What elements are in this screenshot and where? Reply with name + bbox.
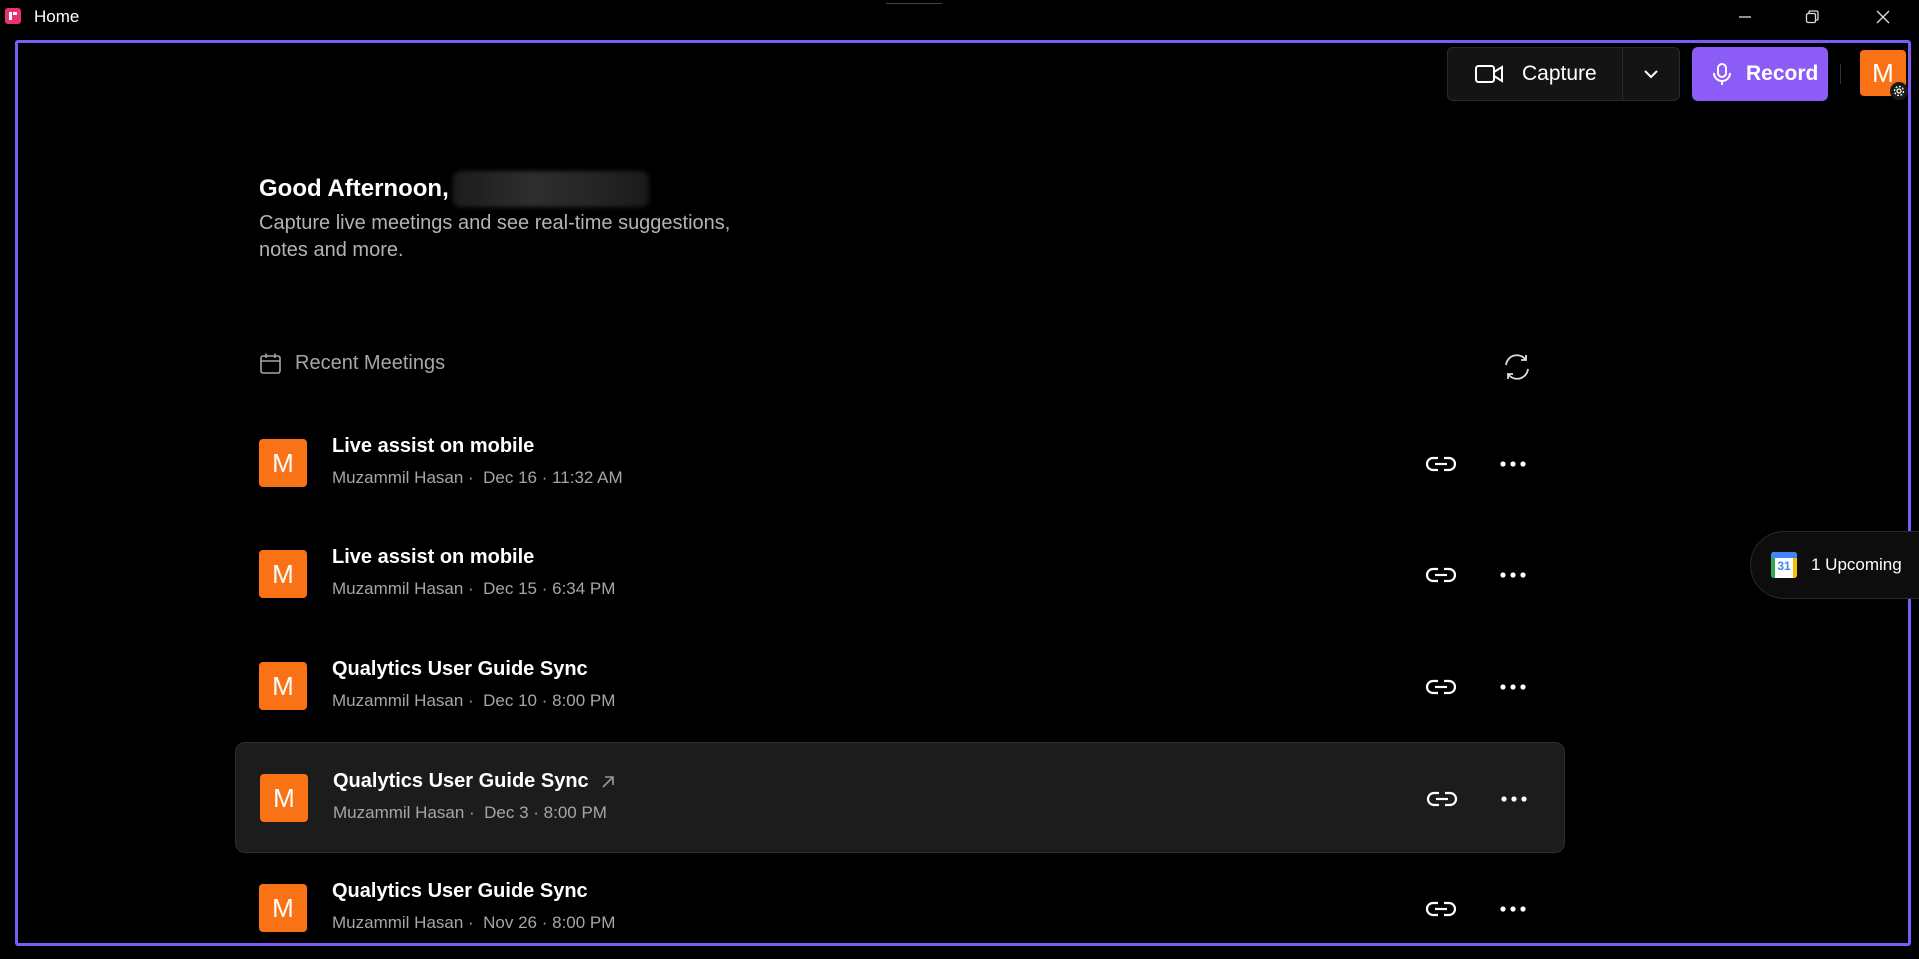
more-options-button[interactable]	[1496, 558, 1530, 592]
meeting-title-text: Qualytics User Guide Sync	[332, 880, 588, 902]
more-options-button[interactable]	[1496, 447, 1530, 481]
more-options-button[interactable]	[1497, 782, 1531, 816]
capture-button[interactable]: Capture	[1448, 48, 1623, 100]
copy-link-button[interactable]	[1424, 670, 1458, 704]
more-horizontal-icon	[1501, 796, 1527, 802]
capture-label: Capture	[1522, 62, 1597, 85]
refresh-icon	[1505, 354, 1529, 380]
meeting-meta: Muzammil Hasan · Dec 16 · 11:32 AM	[332, 468, 623, 487]
settings-gear-button[interactable]	[1890, 82, 1908, 100]
meeting-row[interactable]: M Qualytics User Guide Sync Muzammil Hasan…	[235, 631, 1565, 742]
redacted-user-name	[452, 171, 649, 207]
section-title: Recent Meetings	[295, 352, 446, 374]
meeting-row[interactable]: M Live assist on mobile Muzammil Hasan · D…	[235, 519, 1565, 630]
more-horizontal-icon	[1500, 572, 1526, 578]
google-calendar-icon: 31	[1771, 552, 1797, 578]
meeting-title-text: Live assist on mobile	[332, 435, 535, 457]
upcoming-label: 1 Upcoming	[1811, 555, 1902, 574]
open-external-arrow-icon[interactable]	[601, 775, 615, 789]
meeting-row[interactable]: M Qualytics User Guide Sync Muzammil Hasan…	[235, 853, 1565, 959]
toolbar-divider	[1840, 64, 1841, 84]
gear-icon	[1893, 85, 1905, 97]
greeting-heading: Good Afternoon,	[259, 171, 649, 207]
close-button[interactable]	[1855, 0, 1911, 34]
more-horizontal-icon	[1500, 461, 1526, 467]
meeting-meta: Muzammil Hasan · Nov 26 · 8:00 PM	[332, 913, 616, 932]
meeting-title[interactable]: Qualytics User Guide Sync	[333, 770, 615, 793]
meeting-avatar: M	[259, 550, 307, 598]
link-icon	[1425, 901, 1457, 917]
minimize-button[interactable]	[1717, 0, 1773, 34]
meeting-title-text: Qualytics User Guide Sync	[332, 658, 588, 680]
restore-button[interactable]	[1784, 0, 1840, 34]
link-icon	[1425, 567, 1457, 583]
meeting-title[interactable]: Qualytics User Guide Sync	[332, 658, 588, 681]
copy-link-button[interactable]	[1424, 447, 1458, 481]
meeting-meta: Muzammil Hasan · Dec 15 · 6:34 PM	[332, 579, 616, 598]
more-horizontal-icon	[1500, 906, 1526, 912]
link-icon	[1425, 456, 1457, 472]
copy-link-button[interactable]	[1425, 782, 1459, 816]
meeting-avatar: M	[259, 662, 307, 710]
minimize-icon	[1739, 16, 1751, 18]
record-button[interactable]: Record	[1692, 47, 1828, 101]
more-options-button[interactable]	[1496, 670, 1530, 704]
meeting-title-text: Live assist on mobile	[332, 546, 535, 568]
more-options-button[interactable]	[1496, 892, 1530, 926]
meeting-title-text: Qualytics User Guide Sync	[333, 770, 589, 792]
meeting-row[interactable]: M Live assist on mobile Muzammil Hasan · D…	[235, 408, 1565, 519]
refresh-button[interactable]	[1500, 350, 1534, 384]
meeting-avatar: M	[259, 439, 307, 487]
meeting-meta: Muzammil Hasan · Dec 3 · 8:00 PM	[333, 803, 607, 822]
window-title: Home	[34, 7, 80, 26]
copy-link-button[interactable]	[1424, 892, 1458, 926]
link-icon	[1425, 679, 1457, 695]
meeting-meta: Muzammil Hasan · Dec 10 · 8:00 PM	[332, 691, 616, 710]
video-camera-icon	[1475, 65, 1503, 83]
app-logo-icon	[5, 8, 21, 24]
meeting-row[interactable]: M Qualytics User Guide Sync Muzammil Hasan…	[235, 742, 1565, 853]
meeting-avatar: M	[260, 774, 308, 822]
copy-link-button[interactable]	[1424, 558, 1458, 592]
recent-meetings-header: Recent Meetings	[259, 352, 445, 375]
more-horizontal-icon	[1500, 684, 1526, 690]
microphone-icon	[1713, 63, 1731, 85]
record-label: Record	[1746, 62, 1819, 85]
upcoming-meetings-button[interactable]: 31 1 Upcoming	[1750, 531, 1919, 599]
greeting-subtitle: Capture live meetings and see real-time …	[259, 212, 731, 261]
meeting-title[interactable]: Live assist on mobile	[332, 435, 534, 458]
meeting-title[interactable]: Qualytics User Guide Sync	[332, 880, 588, 903]
capture-dropdown-button[interactable]	[1623, 48, 1679, 100]
capture-control: Capture	[1447, 47, 1680, 101]
chevron-down-icon	[1644, 70, 1658, 79]
calendar-day: 31	[1777, 559, 1791, 573]
greeting-text: Good Afternoon,	[259, 175, 449, 202]
drag-handle[interactable]	[886, 0, 942, 4]
title-bar: Home	[0, 0, 1919, 34]
calendar-icon	[260, 353, 281, 374]
restore-icon	[1805, 10, 1819, 24]
meeting-avatar: M	[259, 884, 307, 932]
meeting-title[interactable]: Live assist on mobile	[332, 546, 534, 569]
link-icon	[1426, 791, 1458, 807]
close-icon	[1876, 10, 1890, 24]
